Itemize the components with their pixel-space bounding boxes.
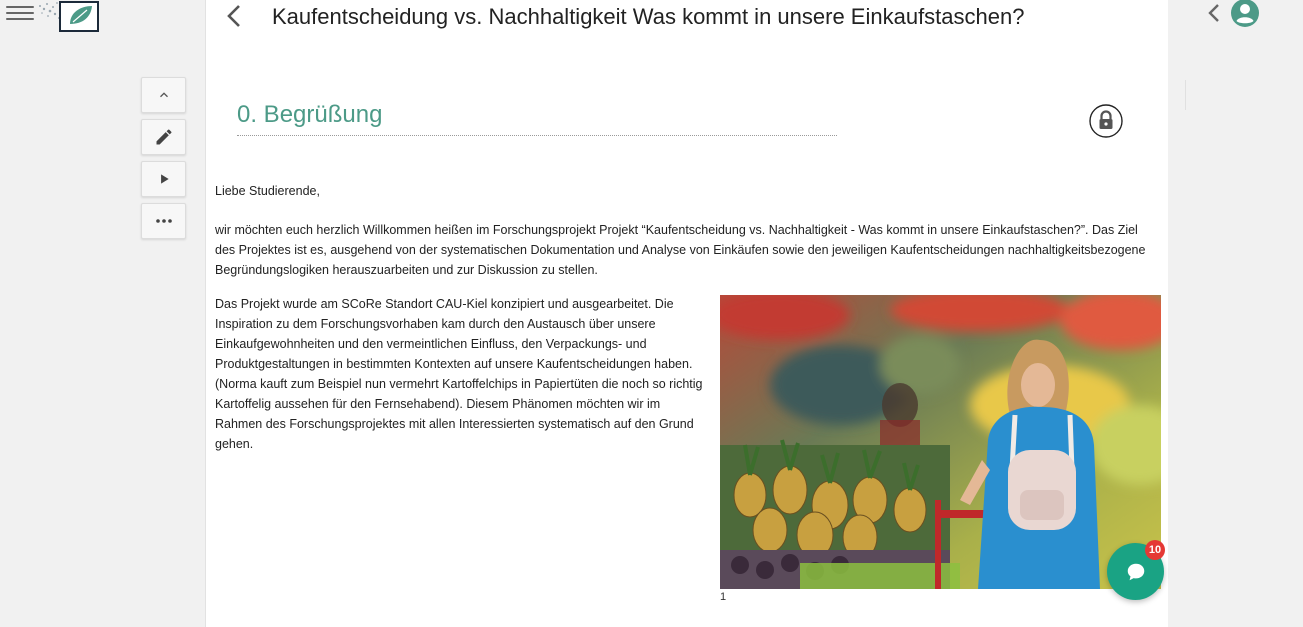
back-chevron-left-icon[interactable] [223,3,245,29]
more-options-button[interactable] [141,203,186,239]
main-content: Kaufentscheidung vs. Nachhaltigkeit Was … [205,0,1169,627]
section-heading: 0. Begrüßung [237,101,837,136]
pencil-icon [156,129,171,145]
page-title: Kaufentscheidung vs. Nachhaltigkeit Was … [272,4,1025,29]
play-button[interactable] [141,161,186,197]
intro-paragraph: wir möchten euch herzlich Willkommen hei… [215,223,1146,277]
collapse-button[interactable] [141,77,186,113]
panel-toggle-chevron-left-icon[interactable] [1206,2,1222,24]
image-caption: 1 [720,591,727,603]
logo-icon[interactable] [37,0,101,32]
chat-notification-badge: 10 [1145,540,1165,560]
supermarket-photo [720,295,1161,589]
lock-icon[interactable] [1089,104,1123,138]
chat-bubble-icon [1127,563,1144,580]
account-circle-icon[interactable] [1230,0,1260,28]
play-icon [160,174,169,184]
more-horizontal-icon [155,219,172,223]
edit-button[interactable] [141,119,186,155]
menu-hamburger-icon[interactable] [6,2,34,24]
greeting-text: Liebe Studierende, [215,184,320,198]
panel-divider [1185,80,1186,110]
right-panel [1168,0,1303,627]
project-paragraph: Das Projekt wurde am SCoRe Standort CAU-… [215,297,703,451]
section-toolbar [141,77,186,245]
chevron-up-icon [159,92,168,98]
